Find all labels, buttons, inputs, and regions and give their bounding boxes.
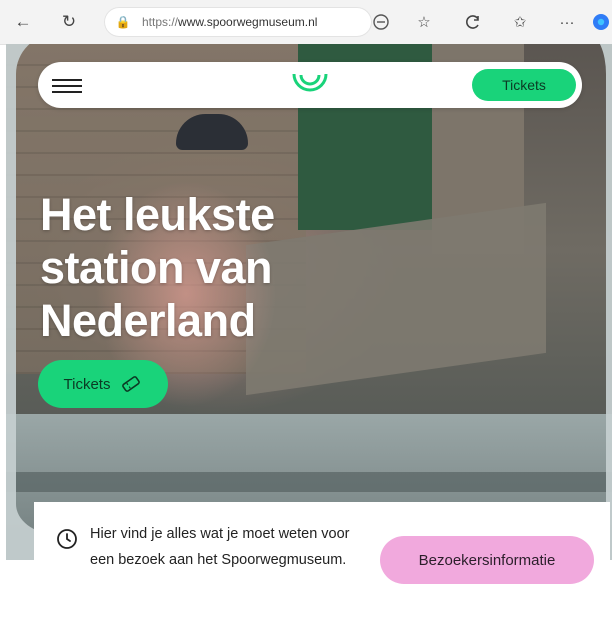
visitor-info-text: Hier vind je alles wat je moet weten voo…	[90, 526, 350, 568]
more-icon[interactable]: ···	[556, 11, 578, 33]
extensions-icon[interactable]	[462, 11, 484, 33]
refresh-icon[interactable]: ↻	[56, 10, 82, 34]
site-header: Tickets	[38, 62, 582, 108]
url-scheme: https://	[142, 15, 179, 29]
collections-icon[interactable]: ✩	[509, 11, 531, 33]
museum-logo[interactable]	[290, 70, 330, 96]
address-bar[interactable]: 🔒 https://www.spoorwegmuseum.nl	[104, 7, 372, 37]
ticket-icon	[120, 373, 142, 395]
visitor-info-button[interactable]: Bezoekersinformatie	[380, 536, 594, 584]
hero-headline: Het leukste station van Nederland	[40, 188, 400, 347]
reader-icon[interactable]	[370, 11, 392, 33]
lock-icon[interactable]: 🔒	[114, 13, 132, 31]
tickets-button-header[interactable]: Tickets	[472, 69, 576, 101]
clock-icon	[56, 528, 78, 550]
menu-icon[interactable]	[52, 79, 82, 93]
url-host: www.spoorwegmuseum.nl	[178, 15, 318, 29]
profile-icon[interactable]	[590, 11, 612, 33]
url-text[interactable]: https://www.spoorwegmuseum.nl	[142, 15, 317, 29]
headline-line-3: Nederland	[40, 295, 256, 346]
favorite-icon[interactable]: ☆	[413, 11, 435, 33]
headline-line-2: station van	[40, 242, 273, 293]
tickets-hero-label: Tickets	[63, 375, 111, 393]
back-icon[interactable]: ←	[10, 10, 36, 34]
headline-line-1: Het leukste	[40, 189, 275, 240]
tickets-button-hero[interactable]: Tickets	[38, 360, 168, 408]
browser-toolbar: ← ↻ 🔒 https://www.spoorwegmuseum.nl ☆ ✩ …	[0, 0, 612, 45]
visitor-info-card: Hier vind je alles wat je moet weten voo…	[34, 502, 610, 616]
